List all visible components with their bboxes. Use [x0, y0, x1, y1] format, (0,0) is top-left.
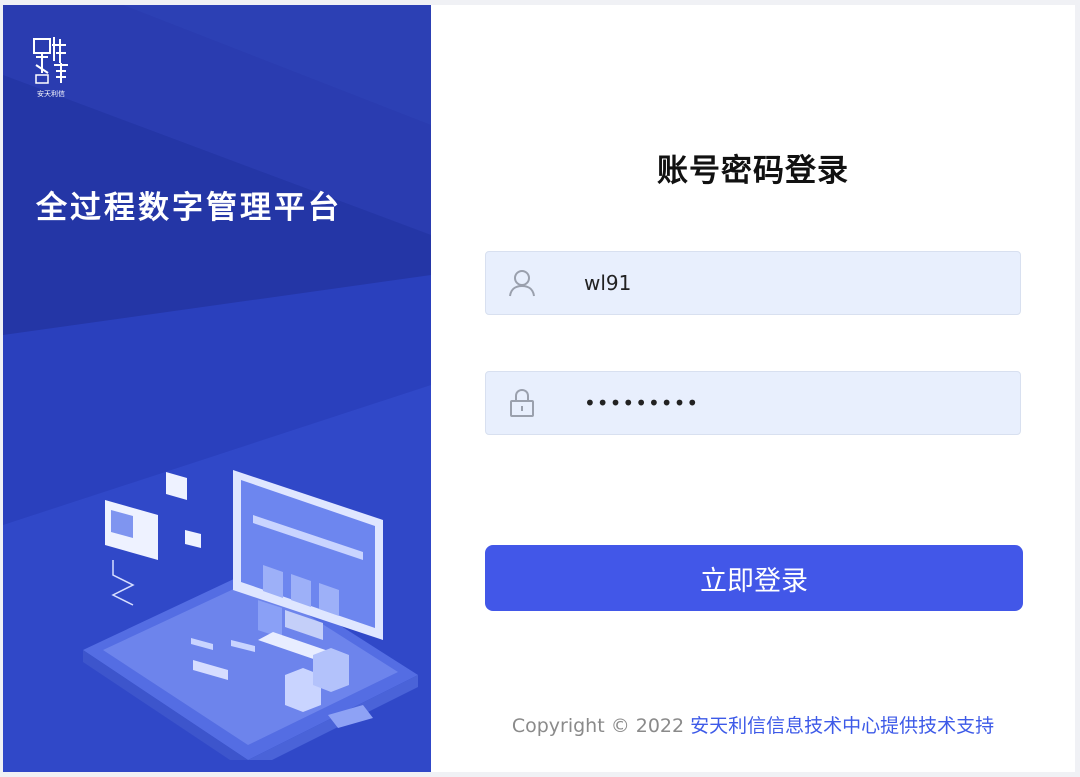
- password-field[interactable]: [485, 371, 1021, 435]
- login-title: 账号密码登录: [657, 153, 849, 189]
- login-panel: 账号密码登录 立即登录 Copyright © 2022 安天利信信息技术中心提…: [431, 5, 1075, 772]
- username-input[interactable]: [584, 266, 984, 300]
- user-icon: [509, 270, 535, 297]
- lock-icon: [510, 388, 534, 417]
- footer: Copyright © 2022 安天利信信息技术中心提供技术支持: [431, 711, 1075, 738]
- login-button[interactable]: 立即登录: [485, 545, 1023, 611]
- login-card: 安天利信 全过程数字管理平台 账号密码登录 wl91 ••••••••• 立即登…: [3, 5, 1075, 772]
- company-logo: [33, 37, 68, 84]
- logo-caption: 安天利信: [37, 90, 65, 98]
- support-link[interactable]: 安天利信信息技术中心提供技术支持: [690, 715, 994, 737]
- brand-panel: 安天利信 全过程数字管理平台: [3, 5, 431, 772]
- username-field[interactable]: [485, 251, 1021, 315]
- copyright-text: Copyright © 2022: [511, 715, 691, 737]
- password-input[interactable]: [584, 386, 984, 420]
- platform-title: 全过程数字管理平台: [36, 190, 342, 226]
- computer-illustration: [83, 470, 418, 760]
